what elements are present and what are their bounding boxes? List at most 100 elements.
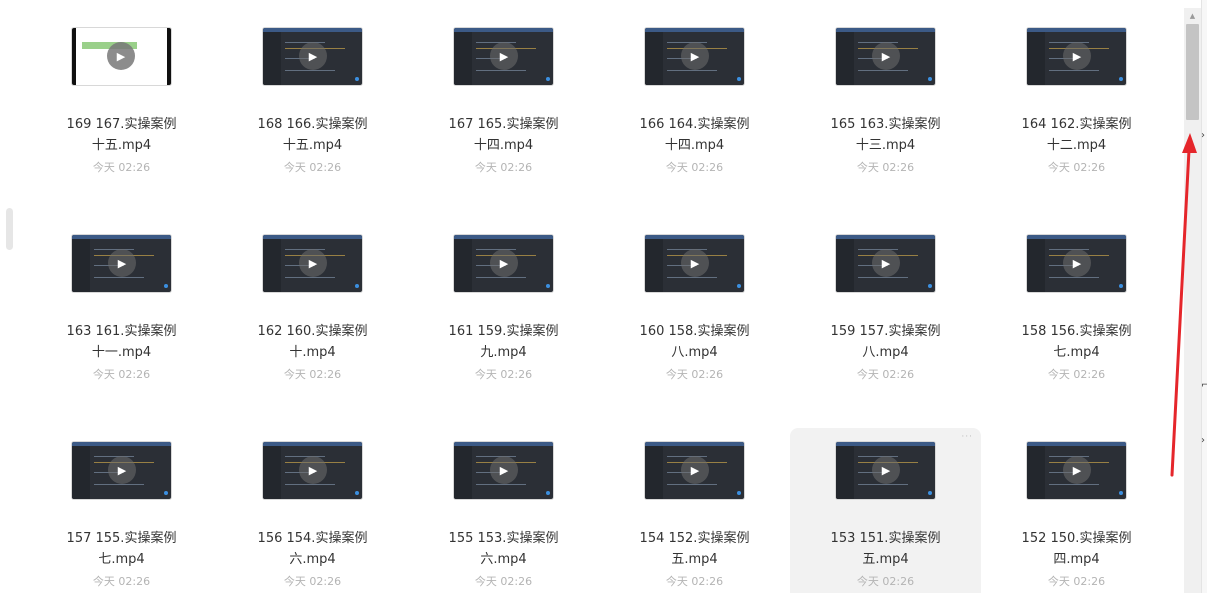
adjacent-window-edge — [1201, 0, 1207, 593]
play-icon[interactable]: ▶ — [872, 249, 900, 277]
video-thumbnail[interactable]: ▶ — [72, 28, 171, 85]
file-name: 157 155.实操案例 七.mp4 — [26, 528, 217, 570]
play-icon[interactable]: ▶ — [681, 42, 709, 70]
file-name: 165 163.实操案例 十三.mp4 — [790, 114, 981, 156]
file-name-line2: 八.mp4 — [671, 345, 718, 360]
file-name-line1: 156 154.实操案例 — [257, 531, 368, 546]
play-icon[interactable]: ▶ — [490, 42, 518, 70]
play-icon[interactable]: ▶ — [1063, 42, 1091, 70]
file-name-line1: 169 167.实操案例 — [66, 117, 177, 132]
file-item[interactable]: ▶ 162 160.实操案例 十.mp4 今天 02:26 — [217, 221, 408, 411]
file-date: 今天 02:26 — [283, 575, 342, 588]
file-name: 163 161.实操案例 十一.mp4 — [26, 321, 217, 363]
video-thumbnail[interactable]: ▶ — [72, 235, 171, 292]
file-date: 今天 02:26 — [474, 575, 533, 588]
edge-chevron-icon: › — [1201, 130, 1205, 141]
play-icon[interactable]: ▶ — [1063, 249, 1091, 277]
file-date: 今天 02:26 — [665, 368, 724, 381]
file-item[interactable]: ▶ 165 163.实操案例 十三.mp4 今天 02:26 — [790, 20, 981, 204]
video-thumbnail[interactable]: ▶ — [454, 28, 553, 85]
video-thumbnail[interactable]: ▶ — [645, 28, 744, 85]
video-thumbnail[interactable]: ▶ — [1027, 235, 1126, 292]
play-icon[interactable]: ▶ — [299, 456, 327, 484]
video-thumbnail[interactable]: ▶ — [836, 28, 935, 85]
file-item[interactable]: ▶ 167 165.实操案例 十四.mp4 今天 02:26 — [408, 20, 599, 204]
play-icon[interactable]: ▶ — [108, 249, 136, 277]
file-name-line2: 十一.mp4 — [91, 345, 152, 360]
file-name: 156 154.实操案例 六.mp4 — [217, 528, 408, 570]
play-icon[interactable]: ▶ — [681, 249, 709, 277]
file-item[interactable]: ▶ 166 164.实操案例 十四.mp4 今天 02:26 — [599, 20, 790, 204]
file-date: 今天 02:26 — [665, 161, 724, 174]
file-item[interactable]: ▶ 156 154.实操案例 六.mp4 今天 02:26 — [217, 428, 408, 593]
play-icon[interactable]: ▶ — [872, 456, 900, 484]
file-item[interactable]: ▶ 155 153.实操案例 六.mp4 今天 02:26 — [408, 428, 599, 593]
file-name: 168 166.实操案例 十五.mp4 — [217, 114, 408, 156]
video-thumbnail[interactable]: ▶ — [1027, 442, 1126, 499]
file-item[interactable]: ▶ 154 152.实操案例 五.mp4 今天 02:26 — [599, 428, 790, 593]
video-thumbnail[interactable]: ▶ — [645, 235, 744, 292]
file-item[interactable]: ▶ 158 156.实操案例 七.mp4 今天 02:26 — [981, 221, 1172, 411]
file-item[interactable]: ··· ▶ 153 151.实操案例 五.mp4 今天 02:26 — [790, 428, 981, 593]
video-thumbnail[interactable]: ▶ — [836, 442, 935, 499]
video-thumbnail[interactable]: ▶ — [263, 442, 362, 499]
file-name-line1: 160 158.实操案例 — [639, 324, 750, 339]
file-item[interactable]: ▶ 160 158.实操案例 八.mp4 今天 02:26 — [599, 221, 790, 411]
play-icon[interactable]: ▶ — [872, 42, 900, 70]
file-date: 今天 02:26 — [1047, 161, 1106, 174]
file-name: 153 151.实操案例 五.mp4 — [790, 528, 981, 570]
play-icon[interactable]: ▶ — [490, 456, 518, 484]
file-name-line1: 168 166.实操案例 — [257, 117, 368, 132]
file-item[interactable]: ▶ 169 167.实操案例 十五.mp4 今天 02:26 — [26, 20, 217, 204]
file-date: 今天 02:26 — [92, 575, 151, 588]
video-thumbnail[interactable]: ▶ — [454, 442, 553, 499]
file-item[interactable]: ▶ 161 159.实操案例 九.mp4 今天 02:26 — [408, 221, 599, 411]
file-name-line1: 166 164.实操案例 — [639, 117, 750, 132]
file-grid: ▶ 169 167.实操案例 十五.mp4 今天 02:26 ▶ 168 166.实操案例… — [26, 20, 1176, 593]
file-date: 今天 02:26 — [1047, 368, 1106, 381]
file-date: 今天 02:26 — [283, 368, 342, 381]
play-icon[interactable]: ▶ — [490, 249, 518, 277]
file-name-line2: 六.mp4 — [289, 552, 336, 567]
file-name-line1: 152 150.实操案例 — [1021, 531, 1132, 546]
file-item[interactable]: ▶ 157 155.实操案例 七.mp4 今天 02:26 — [26, 428, 217, 593]
file-name: 162 160.实操案例 十.mp4 — [217, 321, 408, 363]
video-thumbnail[interactable]: ▶ — [263, 28, 362, 85]
play-icon[interactable]: ▶ — [1063, 456, 1091, 484]
scroll-up-icon[interactable]: ▲ — [1184, 8, 1201, 24]
play-icon[interactable]: ▶ — [107, 42, 135, 70]
file-name-line2: 七.mp4 — [98, 552, 145, 567]
file-item[interactable]: ▶ 164 162.实操案例 十二.mp4 今天 02:26 — [981, 20, 1172, 204]
file-item[interactable]: ▶ 159 157.实操案例 八.mp4 今天 02:26 — [790, 221, 981, 411]
play-icon[interactable]: ▶ — [681, 456, 709, 484]
edge-glyph-icon: ⌐ — [1201, 380, 1207, 391]
file-name-line2: 十二.mp4 — [1046, 138, 1107, 153]
play-icon[interactable]: ▶ — [299, 42, 327, 70]
left-pane-handle[interactable] — [6, 208, 13, 250]
video-thumbnail[interactable]: ▶ — [645, 442, 744, 499]
video-thumbnail[interactable]: ▶ — [454, 235, 553, 292]
play-icon[interactable]: ▶ — [108, 456, 136, 484]
video-thumbnail[interactable]: ▶ — [836, 235, 935, 292]
file-name-line1: 167 165.实操案例 — [448, 117, 559, 132]
play-icon[interactable]: ▶ — [299, 249, 327, 277]
file-name: 160 158.实操案例 八.mp4 — [599, 321, 790, 363]
file-name: 155 153.实操案例 六.mp4 — [408, 528, 599, 570]
video-thumbnail[interactable]: ▶ — [1027, 28, 1126, 85]
video-thumbnail[interactable]: ▶ — [263, 235, 362, 292]
file-name-line2: 五.mp4 — [671, 552, 718, 567]
file-name-line1: 159 157.实操案例 — [830, 324, 941, 339]
file-date: 今天 02:26 — [856, 575, 915, 588]
file-date: 今天 02:26 — [474, 161, 533, 174]
video-thumbnail[interactable]: ▶ — [72, 442, 171, 499]
vertical-scrollbar[interactable]: ▲ — [1184, 8, 1201, 593]
file-item[interactable]: ▶ 163 161.实操案例 十一.mp4 今天 02:26 — [26, 221, 217, 411]
file-item[interactable]: ▶ 168 166.实操案例 十五.mp4 今天 02:26 — [217, 20, 408, 204]
file-name-line2: 九.mp4 — [480, 345, 527, 360]
file-item[interactable]: ▶ 152 150.实操案例 四.mp4 今天 02:26 — [981, 428, 1172, 593]
more-dots-icon[interactable]: ··· — [961, 432, 973, 442]
scrollbar-thumb[interactable] — [1186, 24, 1199, 120]
file-date: 今天 02:26 — [856, 368, 915, 381]
file-name-line1: 163 161.实操案例 — [66, 324, 177, 339]
file-name-line2: 十四.mp4 — [664, 138, 725, 153]
